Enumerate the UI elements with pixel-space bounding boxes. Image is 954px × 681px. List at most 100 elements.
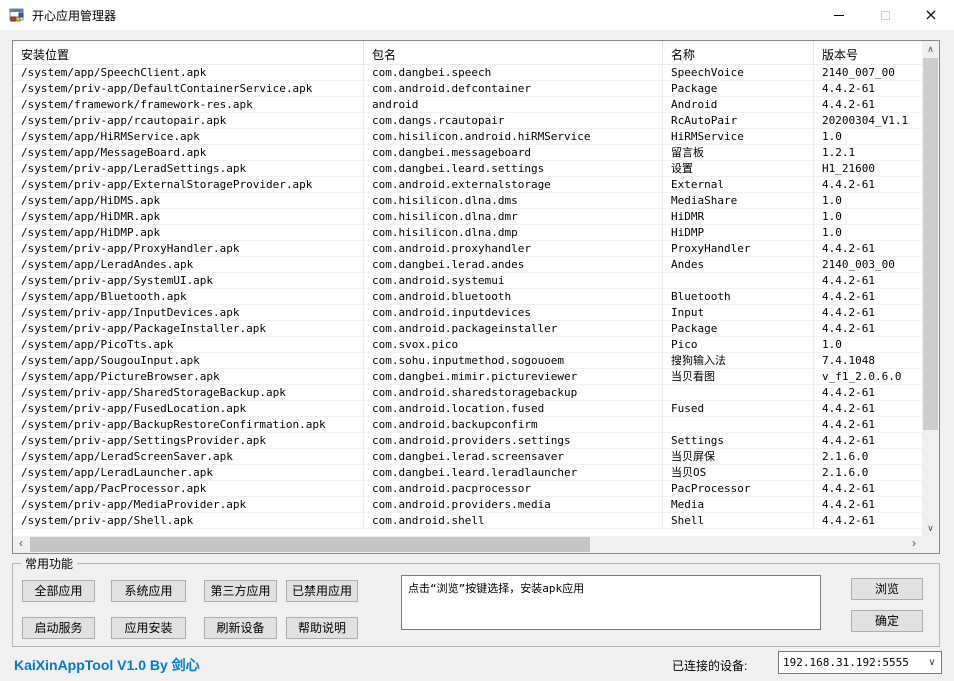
all-apps-button[interactable]: 全部应用 xyxy=(22,580,95,602)
maximize-button xyxy=(862,0,908,30)
table-row[interactable]: /system/app/LeradScreenSaver.apkcom.dang… xyxy=(13,449,922,465)
cell-package: com.android.proxyhandler xyxy=(364,241,663,257)
table-row[interactable]: /system/app/LeradLauncher.apkcom.dangbei… xyxy=(13,465,922,481)
table-row[interactable]: /system/priv-app/rcautopair.apkcom.dangs… xyxy=(13,113,922,129)
table-row[interactable]: /system/priv-app/SettingsProvider.apkcom… xyxy=(13,433,922,449)
cell-version: 4.4.2-61 xyxy=(814,241,922,257)
app-icon xyxy=(9,7,25,23)
table-row[interactable]: /system/app/Bluetooth.apkcom.android.blu… xyxy=(13,289,922,305)
cell-name: Input xyxy=(663,305,814,321)
cell-version: 4.4.2-61 xyxy=(814,497,922,513)
table-row[interactable]: /system/priv-app/ExternalStorageProvider… xyxy=(13,177,922,193)
horizontal-scrollbar[interactable]: ‹ › xyxy=(13,536,922,553)
vertical-scrollbar[interactable]: ∧ ∨ xyxy=(922,41,939,536)
scrollbar-corner xyxy=(922,536,939,553)
cell-install-location: /system/app/PacProcessor.apk xyxy=(13,481,364,497)
cell-install-location: /system/priv-app/BackupRestoreConfirmati… xyxy=(13,417,364,433)
cell-version: 4.4.2-61 xyxy=(814,417,922,433)
cell-version: 1.0 xyxy=(814,193,922,209)
close-button[interactable]: × xyxy=(908,0,954,30)
scroll-down-icon[interactable]: ∨ xyxy=(922,520,939,536)
table-row[interactable]: /system/app/LeradAndes.apkcom.dangbei.le… xyxy=(13,257,922,273)
cell-install-location: /system/app/MessageBoard.apk xyxy=(13,145,364,161)
column-header-version[interactable]: 版本号 xyxy=(814,41,922,64)
help-button[interactable]: 帮助说明 xyxy=(286,617,358,639)
horizontal-scroll-thumb[interactable] xyxy=(30,537,590,552)
refresh-device-button[interactable]: 刷新设备 xyxy=(204,617,277,639)
table-row[interactable]: /system/priv-app/PackageInstaller.apkcom… xyxy=(13,321,922,337)
table-row[interactable]: /system/priv-app/SharedStorageBackup.apk… xyxy=(13,385,922,401)
group-title: 常用功能 xyxy=(21,555,77,572)
cell-install-location: /system/app/LeradLauncher.apk xyxy=(13,465,364,481)
browse-button[interactable]: 浏览 xyxy=(851,578,923,600)
cell-package: com.svox.pico xyxy=(364,337,663,353)
cell-install-location: /system/app/HiRMService.apk xyxy=(13,129,364,145)
cell-package: com.dangbei.lerad.screensaver xyxy=(364,449,663,465)
column-header-name[interactable]: 名称 xyxy=(663,41,814,64)
cell-name: Pico xyxy=(663,337,814,353)
device-select-value: 192.168.31.192:5555 xyxy=(779,656,923,669)
scroll-right-icon[interactable]: › xyxy=(906,536,922,553)
table-row[interactable]: /system/priv-app/SystemUI.apkcom.android… xyxy=(13,273,922,289)
cell-package: com.dangs.rcautopair xyxy=(364,113,663,129)
install-app-button[interactable]: 应用安装 xyxy=(111,617,186,639)
minimize-button[interactable] xyxy=(816,0,862,30)
table-row[interactable]: /system/app/MessageBoard.apkcom.dangbei.… xyxy=(13,145,922,161)
cell-install-location: /system/priv-app/SharedStorageBackup.apk xyxy=(13,385,364,401)
table-row[interactable]: /system/priv-app/LeradSettings.apkcom.da… xyxy=(13,161,922,177)
cell-package: com.android.externalstorage xyxy=(364,177,663,193)
table-row[interactable]: /system/app/PacProcessor.apkcom.android.… xyxy=(13,481,922,497)
cell-name: Shell xyxy=(663,513,814,529)
table-row[interactable]: /system/priv-app/MediaProvider.apkcom.an… xyxy=(13,497,922,513)
table-row[interactable]: /system/app/HiDMP.apkcom.hisilicon.dlna.… xyxy=(13,225,922,241)
table-row[interactable]: /system/app/SougouInput.apkcom.sohu.inpu… xyxy=(13,353,922,369)
cell-version: 4.4.2-61 xyxy=(814,289,922,305)
table-row[interactable]: /system/priv-app/FusedLocation.apkcom.an… xyxy=(13,401,922,417)
cell-install-location: /system/priv-app/InputDevices.apk xyxy=(13,305,364,321)
cell-name: 设置 xyxy=(663,161,814,177)
table-row[interactable]: /system/app/SpeechClient.apkcom.dangbei.… xyxy=(13,65,922,81)
apk-path-input[interactable]: 点击“浏览”按键选择，安装apk应用 xyxy=(401,575,821,630)
start-service-button[interactable]: 启动服务 xyxy=(22,617,95,639)
table-row[interactable]: /system/app/HiDMR.apkcom.hisilicon.dlna.… xyxy=(13,209,922,225)
table-row[interactable]: /system/priv-app/BackupRestoreConfirmati… xyxy=(13,417,922,433)
cell-name xyxy=(663,385,814,401)
table-row[interactable]: /system/priv-app/InputDevices.apkcom.and… xyxy=(13,305,922,321)
table-row[interactable]: /system/app/HiDMS.apkcom.hisilicon.dlna.… xyxy=(13,193,922,209)
vertical-scroll-thumb[interactable] xyxy=(923,58,938,430)
cell-install-location: /system/app/HiDMR.apk xyxy=(13,209,364,225)
table-row[interactable]: /system/framework/framework-res.apkandro… xyxy=(13,97,922,113)
table-row[interactable]: /system/priv-app/Shell.apkcom.android.sh… xyxy=(13,513,922,529)
ok-button[interactable]: 确定 xyxy=(851,610,923,632)
device-select[interactable]: 192.168.31.192:5555 ∨ xyxy=(778,651,942,674)
cell-package: com.android.inputdevices xyxy=(364,305,663,321)
column-header-package[interactable]: 包名 xyxy=(364,41,663,64)
cell-version: H1_21600 xyxy=(814,161,922,177)
table-row[interactable]: /system/priv-app/DefaultContainerService… xyxy=(13,81,922,97)
column-header-install-location[interactable]: 安装位置 xyxy=(13,41,364,64)
connected-device-label: 已连接的设备: xyxy=(672,657,747,674)
cell-package: com.hisilicon.android.hiRMService xyxy=(364,129,663,145)
table-header: 安装位置 包名 名称 版本号 xyxy=(13,41,922,65)
scroll-up-icon[interactable]: ∧ xyxy=(922,41,939,57)
cell-version: 4.4.2-61 xyxy=(814,177,922,193)
cell-version: 1.0 xyxy=(814,129,922,145)
table-row[interactable]: /system/app/HiRMService.apkcom.hisilicon… xyxy=(13,129,922,145)
system-apps-button[interactable]: 系统应用 xyxy=(111,580,186,602)
cell-name: 当贝屏保 xyxy=(663,449,814,465)
cell-version: 1.2.1 xyxy=(814,145,922,161)
cell-version: 4.4.2-61 xyxy=(814,401,922,417)
cell-install-location: /system/priv-app/MediaProvider.apk xyxy=(13,497,364,513)
third-party-apps-button[interactable]: 第三方应用 xyxy=(204,580,277,602)
cell-package: com.dangbei.messageboard xyxy=(364,145,663,161)
table-row[interactable]: /system/app/PictureBrowser.apkcom.dangbe… xyxy=(13,369,922,385)
cell-install-location: /system/app/LeradAndes.apk xyxy=(13,257,364,273)
cell-version: v_f1_2.0.6.0 xyxy=(814,369,922,385)
cell-name: HiRMService xyxy=(663,129,814,145)
disabled-apps-button[interactable]: 已禁用应用 xyxy=(286,580,358,602)
table-row[interactable]: /system/priv-app/ProxyHandler.apkcom.and… xyxy=(13,241,922,257)
cell-name: 当贝看图 xyxy=(663,369,814,385)
cell-name: Bluetooth xyxy=(663,289,814,305)
scroll-left-icon[interactable]: ‹ xyxy=(13,536,29,553)
table-row[interactable]: /system/app/PicoTts.apkcom.svox.picoPico… xyxy=(13,337,922,353)
